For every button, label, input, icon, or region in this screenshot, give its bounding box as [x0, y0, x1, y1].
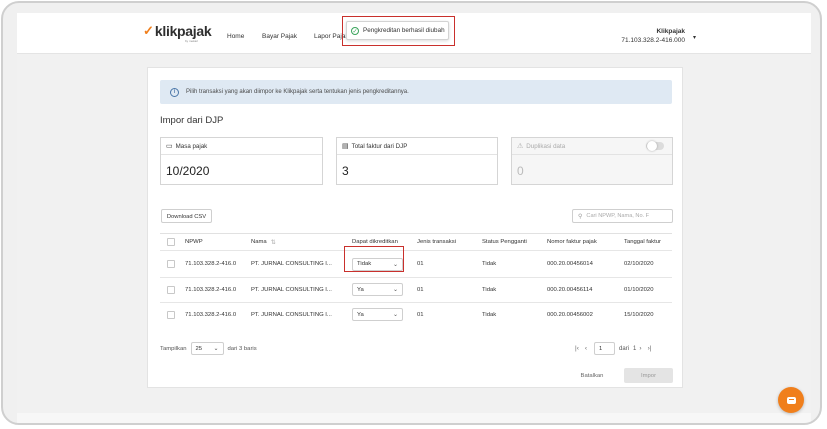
cell-status: Tidak — [482, 311, 497, 318]
stat-dup-label: Duplikasi data — [526, 142, 566, 150]
cell-tanggal: 15/10/2020 — [624, 311, 654, 318]
row-count-label: dari 3 baris — [227, 345, 257, 352]
search-icon: ⚲ — [578, 213, 583, 220]
last-page-icon[interactable]: ›| — [648, 345, 652, 352]
calendar-icon: ▭ — [166, 143, 173, 150]
header-nama-label: Nama — [251, 239, 267, 245]
next-page-icon[interactable]: › — [639, 345, 641, 352]
check-circle-icon: ✓ — [351, 26, 359, 35]
stat-masa-pajak: ▭ Masa pajak 10/2020 — [160, 137, 323, 185]
cell-nama: PT. JURNAL CONSULTING I... — [251, 311, 332, 318]
stat-masa-value: 10/2020 — [166, 164, 210, 178]
stat-masa-label: Masa pajak — [175, 142, 208, 150]
search-box[interactable]: ⚲ — [572, 209, 673, 223]
cell-npwp: 71.103.328.2-416.0 — [185, 311, 237, 318]
cell-nomor: 000.20.00456002 — [547, 311, 593, 318]
chevron-down-icon: ⌄ — [392, 312, 398, 318]
show-label: Tampilkan — [160, 345, 187, 352]
table-row: 71.103.328.2-416.0 PT. JURNAL CONSULTING… — [160, 251, 672, 278]
logo-text: klikpajak — [154, 23, 212, 39]
header-nomor: Nomor faktur pajak — [547, 239, 597, 245]
cell-nama: PT. JURNAL CONSULTING I... — [251, 261, 332, 267]
page-size-value: 25 — [195, 345, 203, 352]
cell-npwp: 71.103.328.2-416.0 — [185, 261, 237, 267]
browser-frame: ✓ klikpajak by mekari Home Bayar Pajak L… — [1, 1, 822, 425]
cell-tanggal: 01/10/2020 — [624, 286, 654, 293]
page-title: Impor dari DJP — [160, 115, 224, 126]
cell-status: Tidak — [482, 261, 497, 267]
sort-icon[interactable]: ⇅ — [271, 239, 276, 246]
stat-dup-value: 0 — [517, 164, 524, 178]
user-npwp: 71.103.328.2-416.000 — [621, 37, 685, 44]
cell-status: Tidak — [482, 286, 497, 293]
page-size-select[interactable]: 25 ⌄ — [190, 342, 224, 355]
info-banner: i Pilih transaksi yang akan diimpor ke K… — [160, 80, 672, 104]
document-icon: ▤ — [342, 143, 349, 150]
table-header: NPWP Nama ⇅ Dapat dikreditkan Jenis tran… — [160, 234, 672, 251]
row-checkbox[interactable] — [167, 260, 175, 268]
cell-npwp: 71.103.328.2-416.0 — [185, 286, 237, 293]
table-row: 71.103.328.2-416.0 PT. JURNAL CONSULTING… — [160, 277, 672, 303]
bottom-strip — [17, 413, 811, 423]
page-total: 1 — [633, 345, 637, 352]
kredit-select-value: Ya — [357, 286, 364, 293]
select-all-checkbox[interactable] — [167, 238, 175, 246]
page-size-control: Tampilkan 25 ⌄ dari 3 baris — [160, 342, 257, 355]
duplicate-toggle[interactable] — [646, 141, 664, 151]
toast-message: Pengkreditan berhasil diubah — [363, 27, 445, 34]
page-number-input[interactable]: 1 — [594, 342, 616, 355]
stat-total-faktur: ▤ Total faktur dari DJP 3 — [336, 137, 498, 185]
cell-tanggal: 02/10/2020 — [624, 261, 654, 267]
nav-link-home[interactable]: Home — [227, 33, 244, 40]
cell-jenis: 01 — [417, 286, 424, 293]
prev-page-icon[interactable]: ‹ — [585, 345, 587, 352]
user-name: Klikpajak — [656, 28, 685, 35]
stat-total-value: 3 — [342, 164, 349, 178]
search-input[interactable] — [586, 213, 667, 219]
klikpajak-logo[interactable]: ✓ klikpajak by mekari — [143, 23, 212, 43]
header-tanggal: Tanggal faktur — [624, 239, 662, 245]
cancel-button[interactable]: Batalkan — [572, 368, 612, 384]
nav-link-bayar-pajak[interactable]: Bayar Pajak — [262, 33, 297, 40]
header-nama[interactable]: Nama ⇅ — [251, 234, 276, 250]
user-menu[interactable]: Klikpajak 71.103.328.2-416.000 — [621, 28, 685, 44]
success-toast: ✓ Pengkreditan berhasil diubah — [346, 21, 449, 40]
table-row: 71.103.328.2-416.0 PT. JURNAL CONSULTING… — [160, 302, 672, 326]
chat-icon — [786, 396, 796, 404]
chat-button[interactable] — [778, 387, 804, 413]
row-checkbox[interactable] — [167, 310, 175, 319]
info-icon: i — [170, 87, 179, 97]
cell-jenis: 01 — [417, 311, 424, 318]
header-jenis: Jenis transaksi — [417, 239, 456, 245]
cell-nomor: 000.20.00456114 — [547, 286, 593, 293]
cell-nomor: 000.20.00456014 — [547, 261, 593, 267]
kredit-select-highlight — [344, 246, 404, 272]
of-pages-label: dari — [619, 345, 630, 352]
logo-subtext: by mekari — [185, 39, 199, 43]
import-button[interactable]: Impor — [624, 368, 673, 383]
first-page-icon[interactable]: |‹ — [575, 345, 579, 352]
cell-jenis: 01 — [417, 261, 424, 267]
page-number-value: 1 — [599, 345, 603, 352]
warning-icon: ⚠ — [517, 143, 524, 150]
chevron-down-icon: ⌄ — [392, 287, 398, 293]
faktur-table: NPWP Nama ⇅ Dapat dikreditkan Jenis tran… — [160, 233, 672, 326]
logo-check-icon: ✓ — [143, 23, 154, 38]
cell-nama: PT. JURNAL CONSULTING I... — [251, 286, 332, 293]
app-viewport: ✓ klikpajak by mekari Home Bayar Pajak L… — [17, 13, 811, 413]
info-text: Pilih transaksi yang akan diimpor ke Kli… — [186, 89, 409, 95]
row-checkbox[interactable] — [167, 285, 175, 294]
kredit-select[interactable]: Ya ⌄ — [352, 308, 403, 321]
header-status: Status Pengganti — [482, 239, 527, 245]
chevron-down-icon[interactable]: ▾ — [693, 34, 696, 41]
stat-duplikasi: ⚠ Duplikasi data 0 — [511, 137, 673, 185]
import-card: i Pilih transaksi yang akan diimpor ke K… — [147, 67, 683, 388]
chevron-down-icon: ⌄ — [213, 346, 219, 352]
pagination: |‹ ‹ 1 dari 1 › ›| — [572, 342, 654, 355]
header-npwp: NPWP — [185, 239, 203, 245]
kredit-select-value: Ya — [357, 311, 364, 318]
stat-total-label: Total faktur dari DJP — [351, 142, 408, 150]
kredit-select[interactable]: Ya ⌄ — [352, 283, 403, 296]
download-csv-button[interactable]: Download CSV — [161, 209, 212, 223]
